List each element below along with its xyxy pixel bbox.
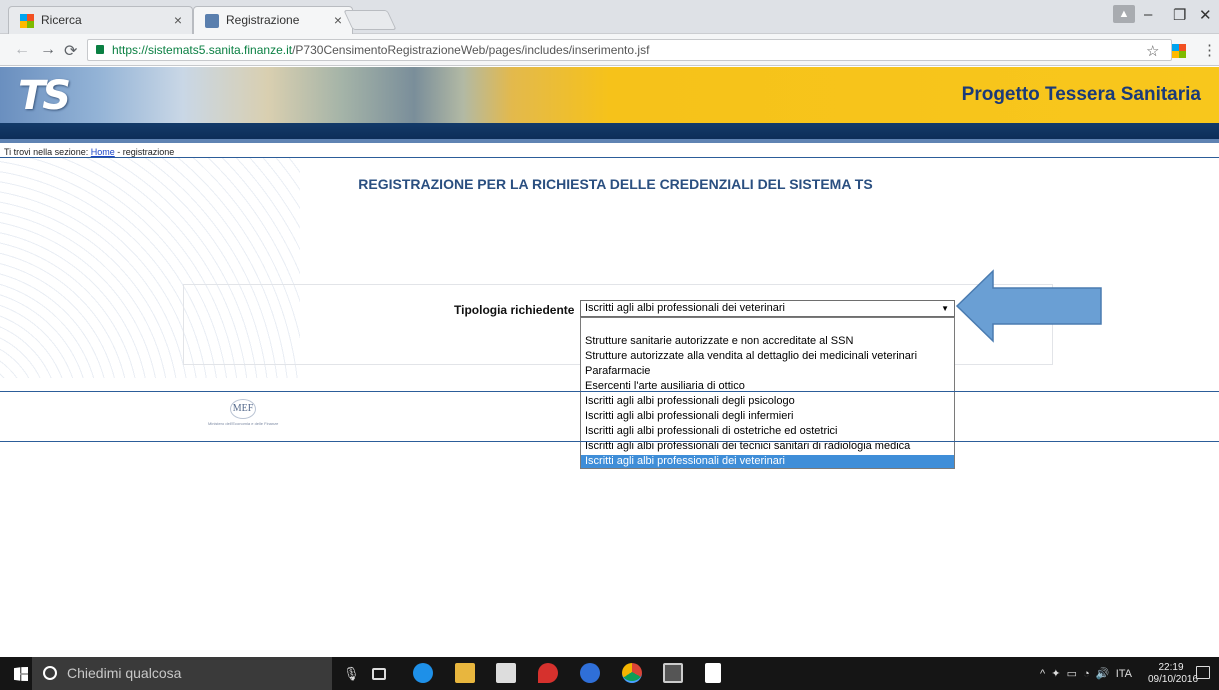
dropdown-option[interactable]: Iscritti agli albi professionali degli i… — [581, 410, 954, 423]
url-host: https://sistemats5.sanita.finanze.it — [112, 43, 293, 57]
language-indicator[interactable]: ITA — [1116, 668, 1132, 680]
mef-logo-caption: Ministero dell'Economia e delle Finanze — [208, 421, 279, 426]
address-toolbar: ← → ⟳ https://sistemats5.sanita.finanze.… — [0, 34, 1219, 66]
user-profile-icon[interactable]: ▲ — [1113, 5, 1135, 23]
tab-registrazione[interactable]: Registrazione × — [193, 6, 353, 34]
store-icon[interactable] — [496, 663, 516, 683]
pointer-arrow-icon — [955, 269, 1102, 343]
clock-date: 09/10/2016 — [1148, 674, 1199, 685]
footer-bottom-line — [0, 441, 1219, 442]
browser-tab-bar: Ricerca × Registrazione × ▲ – ❐ ✕ — [0, 0, 1219, 34]
app-icon[interactable] — [580, 663, 600, 683]
dropdown-option[interactable]: Iscritti agli albi professionali dei vet… — [581, 455, 954, 468]
ts-logo: TS — [18, 73, 71, 119]
task-view-icon[interactable] — [372, 668, 386, 680]
reload-icon[interactable]: ⟳ — [64, 41, 77, 61]
dropdown-arrow-icon: ▼ — [941, 304, 949, 313]
clock[interactable]: 22:19 09/10/2016 — [1148, 662, 1199, 686]
calculator-icon[interactable] — [663, 663, 683, 683]
notification-center-icon[interactable] — [1196, 666, 1210, 679]
cortana-icon — [43, 666, 57, 680]
breadcrumb-prefix: Ti trovi nella sezione: — [4, 147, 89, 157]
site-banner: TS Progetto Tessera Sanitaria — [0, 67, 1219, 123]
breadcrumb: Ti trovi nella sezione: Home - registraz… — [4, 147, 174, 157]
windows-start-icon[interactable] — [14, 667, 28, 681]
chrome-icon[interactable] — [622, 663, 642, 683]
dropdown-option[interactable]: Strutture autorizzate alla vendita al de… — [581, 350, 954, 363]
notepad-icon[interactable] — [705, 663, 721, 683]
footer-top-line — [0, 391, 1219, 392]
banner-divider — [0, 139, 1219, 143]
tipologia-dropdown-list: Strutture sanitarie autorizzate e non ac… — [580, 317, 955, 469]
clock-time: 22:19 — [1158, 662, 1184, 673]
tipologia-select[interactable]: Iscritti agli albi professionali dei vet… — [580, 300, 955, 317]
dropdown-option[interactable]: Iscritti agli albi professionali degli p… — [581, 395, 954, 408]
windows-taskbar: Chiedimi qualcosa 🎙 ^ ✦ ▭ ◔ 🔊 ITA 22:19 … — [0, 657, 1219, 690]
dropdown-option[interactable]: Iscritti agli albi professionali di oste… — [581, 425, 954, 438]
restore-button[interactable]: ❐ — [1173, 6, 1186, 24]
windows-logo-icon — [20, 14, 34, 28]
banner-title: Progetto Tessera Sanitaria — [961, 84, 1201, 105]
back-arrow-icon[interactable]: ← — [14, 41, 30, 59]
extension-icon[interactable] — [1172, 44, 1186, 58]
dropdown-option[interactable]: Parafarmacie — [581, 365, 954, 378]
pin-app-icon[interactable] — [538, 663, 558, 683]
tipologia-label: Tipologia richiedente — [454, 303, 575, 317]
close-window-button[interactable]: ✕ — [1199, 6, 1212, 24]
tab-label: Ricerca — [41, 13, 82, 27]
forward-arrow-icon[interactable]: → — [40, 41, 56, 59]
search-placeholder: Chiedimi qualcosa — [67, 665, 182, 681]
mef-logo: MEF Ministero dell'Economia e delle Fina… — [208, 397, 318, 431]
system-tray[interactable]: ^ ✦ ▭ ◔ 🔊 ITA — [1040, 667, 1132, 680]
minimize-button[interactable]: – — [1144, 6, 1152, 23]
page-title: REGISTRAZIONE PER LA RICHIESTA DELLE CRE… — [358, 176, 873, 192]
dropdown-option[interactable] — [581, 320, 954, 333]
new-tab-button[interactable] — [343, 10, 397, 30]
close-tab-icon[interactable]: × — [174, 12, 182, 28]
breadcrumb-current: - registrazione — [114, 147, 175, 157]
mef-logo-mark: MEF — [230, 399, 256, 419]
file-explorer-icon[interactable] — [455, 663, 475, 683]
edge-icon[interactable] — [413, 663, 433, 683]
lock-icon — [96, 45, 104, 54]
browser-menu-icon[interactable]: ⋮ — [1202, 41, 1217, 59]
ts-favicon-icon — [205, 14, 219, 28]
tab-label: Registrazione — [226, 13, 300, 27]
select-value: Iscritti agli albi professionali dei vet… — [585, 302, 785, 314]
bookmark-star-icon[interactable]: ☆ — [1146, 42, 1159, 60]
url-path: /P730CensimentoRegistrazioneWeb/pages/in… — [292, 43, 650, 57]
tab-ricerca[interactable]: Ricerca × — [8, 6, 193, 34]
microphone-icon[interactable]: 🎙 — [343, 666, 360, 682]
cortana-search-box[interactable]: Chiedimi qualcosa — [32, 657, 332, 690]
dropdown-option[interactable]: Strutture sanitarie autorizzate e non ac… — [581, 335, 954, 348]
close-tab-icon[interactable]: × — [334, 12, 342, 28]
url-field[interactable]: https://sistemats5.sanita.finanze.it/P73… — [87, 39, 1172, 61]
breadcrumb-home-link[interactable]: Home — [91, 147, 115, 157]
